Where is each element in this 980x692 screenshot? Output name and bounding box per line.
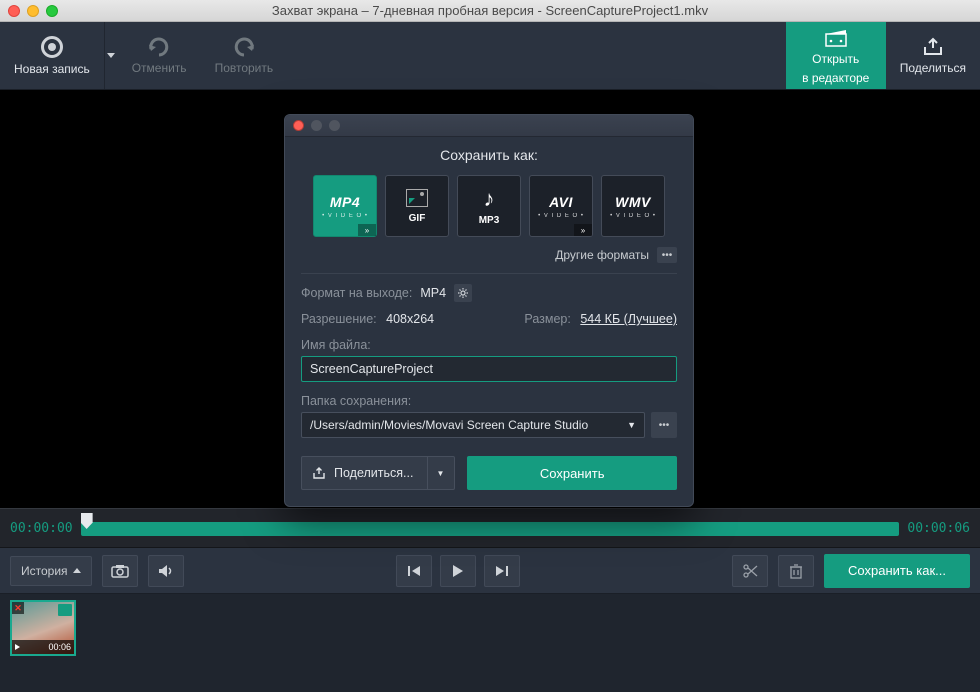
dialog-share-label: Поделиться... xyxy=(334,466,413,480)
save-as-button[interactable]: Сохранить как... xyxy=(824,554,970,588)
main-toolbar: Новая запись Отменить Повторить Открыть … xyxy=(0,22,980,90)
dialog-close-button[interactable] xyxy=(293,120,304,131)
browse-folder-button[interactable]: ••• xyxy=(651,412,677,438)
format-expand-icon[interactable]: » xyxy=(574,224,592,236)
format-sublabel: • V I D E O • xyxy=(322,213,368,219)
dialog-titlebar[interactable] xyxy=(285,115,693,137)
undo-icon xyxy=(146,37,172,57)
format-sublabel: • V I D E O • xyxy=(610,213,656,219)
image-icon xyxy=(406,189,428,207)
share-icon xyxy=(312,467,326,479)
redo-icon xyxy=(231,37,257,57)
share-icon xyxy=(922,37,944,57)
delete-button[interactable] xyxy=(778,555,814,587)
dialog-share-button[interactable]: Поделиться... ▼ xyxy=(301,456,455,490)
controls-row: История Сохранить как... xyxy=(0,548,980,594)
format-tile-wmv[interactable]: WMV • V I D E O • xyxy=(601,175,665,237)
skip-forward-icon xyxy=(495,565,509,577)
window-titlebar: Захват экрана – 7-дневная пробная версия… xyxy=(0,0,980,22)
chevron-down-icon xyxy=(107,53,115,58)
share-label: Поделиться xyxy=(900,61,966,75)
volume-button[interactable] xyxy=(148,555,184,587)
format-tile-avi[interactable]: AVI • V I D E O • » xyxy=(529,175,593,237)
new-record-dropdown[interactable] xyxy=(104,22,118,89)
format-tile-mp3[interactable]: ♪ MP3 xyxy=(457,175,521,237)
chevron-down-icon: ▼ xyxy=(436,469,444,478)
camera-icon xyxy=(111,564,129,578)
gear-icon xyxy=(457,287,469,299)
cut-button[interactable] xyxy=(732,555,768,587)
clip-duration: 00:06 xyxy=(48,642,71,652)
prev-button[interactable] xyxy=(396,555,432,587)
undo-button[interactable]: Отменить xyxy=(118,22,201,89)
dialog-zoom-button xyxy=(329,120,340,131)
play-icon xyxy=(452,564,464,578)
chevron-up-icon xyxy=(73,568,81,573)
format-label: WMV xyxy=(615,194,651,210)
trash-icon xyxy=(789,563,803,579)
timeline-row: 00:00:00 00:00:06 xyxy=(0,508,980,548)
skip-back-icon xyxy=(407,565,421,577)
undo-label: Отменить xyxy=(132,61,187,75)
thumb-play-icon xyxy=(15,644,20,650)
resolution-label: Разрешение: xyxy=(301,312,377,326)
format-label: MP4 xyxy=(330,194,360,210)
timeline-track[interactable] xyxy=(81,515,900,541)
other-formats-label: Другие форматы xyxy=(555,248,649,262)
filename-input[interactable] xyxy=(301,356,677,382)
music-note-icon: ♪ xyxy=(484,186,495,212)
share-button[interactable]: Поделиться xyxy=(886,22,980,89)
format-tile-gif[interactable]: GIF xyxy=(385,175,449,237)
format-label: MP3 xyxy=(479,215,500,226)
resolution-value: 408x264 xyxy=(386,312,434,326)
new-record-button[interactable]: Новая запись xyxy=(0,22,104,89)
dialog-title: Сохранить как: xyxy=(285,137,693,175)
clip-badge-icon xyxy=(58,604,72,616)
save-button[interactable]: Сохранить xyxy=(467,456,677,490)
timeline-start-time: 00:00:00 xyxy=(10,521,73,536)
output-format-value: MP4 xyxy=(420,286,446,300)
record-icon xyxy=(41,36,63,58)
clip-thumbnail[interactable]: ✕ 00:06 xyxy=(10,600,76,656)
dialog-minimize-button xyxy=(311,120,322,131)
next-button[interactable] xyxy=(484,555,520,587)
open-in-editor-button[interactable]: Открыть в редакторе xyxy=(786,22,886,89)
window-title: Захват экрана – 7-дневная пробная версия… xyxy=(0,3,980,18)
clapperboard-icon xyxy=(824,26,848,48)
other-formats-button[interactable]: ••• xyxy=(657,247,677,263)
save-as-label: Сохранить как... xyxy=(848,563,946,578)
output-format-label: Формат на выходе: xyxy=(301,286,412,300)
chevron-down-icon: ▼ xyxy=(627,420,636,430)
size-value-link[interactable]: 544 КБ (Лучшее) xyxy=(580,312,677,326)
timeline-end-time: 00:00:06 xyxy=(907,521,970,536)
scissors-icon xyxy=(742,564,758,578)
format-label: GIF xyxy=(409,213,426,224)
format-settings-button[interactable] xyxy=(454,284,472,302)
folder-value: /Users/admin/Movies/Movavi Screen Captur… xyxy=(310,418,588,432)
remove-clip-button[interactable]: ✕ xyxy=(12,602,24,614)
format-tile-mp4[interactable]: MP4 • V I D E O • » xyxy=(313,175,377,237)
open-editor-line2: в редакторе xyxy=(802,71,869,86)
folder-select[interactable]: /Users/admin/Movies/Movavi Screen Captur… xyxy=(301,412,645,438)
redo-button[interactable]: Повторить xyxy=(201,22,288,89)
redo-label: Повторить xyxy=(215,61,274,75)
new-record-label: Новая запись xyxy=(14,62,90,76)
format-label: AVI xyxy=(549,194,573,210)
speaker-icon xyxy=(157,564,175,578)
format-expand-icon[interactable]: » xyxy=(358,224,376,236)
filename-label: Имя файла: xyxy=(301,338,677,352)
history-label: История xyxy=(21,564,68,578)
save-dialog: Сохранить как: MP4 • V I D E O • » GIF ♪… xyxy=(284,114,694,507)
screenshot-button[interactable] xyxy=(102,555,138,587)
open-editor-line1: Открыть xyxy=(812,52,859,67)
thumbnail-strip: ✕ 00:06 xyxy=(0,594,980,692)
folder-label: Папка сохранения: xyxy=(301,394,677,408)
save-label: Сохранить xyxy=(540,466,605,481)
play-button[interactable] xyxy=(440,555,476,587)
timeline-clip xyxy=(81,522,900,536)
format-sublabel: • V I D E O • xyxy=(538,213,584,219)
format-tiles: MP4 • V I D E O • » GIF ♪ MP3 AVI • V I … xyxy=(301,175,677,237)
size-label: Размер: xyxy=(524,312,570,326)
history-button[interactable]: История xyxy=(10,556,92,586)
